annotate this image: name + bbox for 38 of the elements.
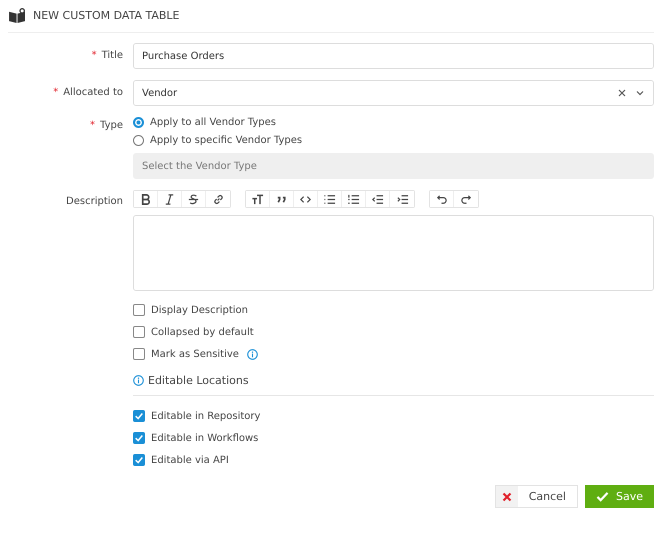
radio-button[interactable] [133,117,144,128]
checkbox[interactable] [133,410,145,422]
checkbox-label: Editable in Workflows [151,432,258,444]
field-label: Allocated to [63,87,123,98]
checkbox[interactable] [133,454,145,466]
required-mark: * [92,50,97,61]
radio-label: Apply to specific Vendor Types [150,135,302,146]
checkbox[interactable] [133,304,145,316]
title-field[interactable]: Purchase Orders [133,43,654,69]
checkbox-label: Editable in Repository [151,410,260,422]
allocated-to-select[interactable]: Vendor [133,80,654,106]
page-title: NEW CUSTOM DATA TABLE [33,9,180,22]
clear-icon[interactable] [617,88,627,98]
field-label: Title [102,50,123,61]
info-icon [133,375,144,386]
chevron-down-icon[interactable] [635,88,645,98]
bold-icon[interactable] [134,191,158,207]
cancel-button[interactable]: Cancel [494,485,578,508]
checkbox-label: Mark as Sensitive [151,348,239,360]
close-icon [502,492,512,502]
field-label: Type [100,120,123,131]
required-mark: * [90,120,96,131]
info-icon [246,348,258,360]
checkbox-label: Editable via API [151,454,229,466]
book-icon [8,8,27,23]
required-mark: * [53,87,58,98]
field-label: Description [66,196,123,207]
checkmark-icon [596,491,609,502]
heading-icon[interactable] [246,191,270,207]
checkbox[interactable] [133,348,145,360]
checkbox-label: Display Description [151,304,248,316]
radio-label: Apply to all Vendor Types [150,117,276,128]
checkbox[interactable] [133,432,145,444]
radio-button[interactable] [133,135,144,146]
undo-icon[interactable] [430,191,454,207]
checkbox[interactable] [133,326,145,338]
section-heading: Editable Locations [148,374,249,387]
checkbox-label: Collapsed by default [151,326,254,338]
